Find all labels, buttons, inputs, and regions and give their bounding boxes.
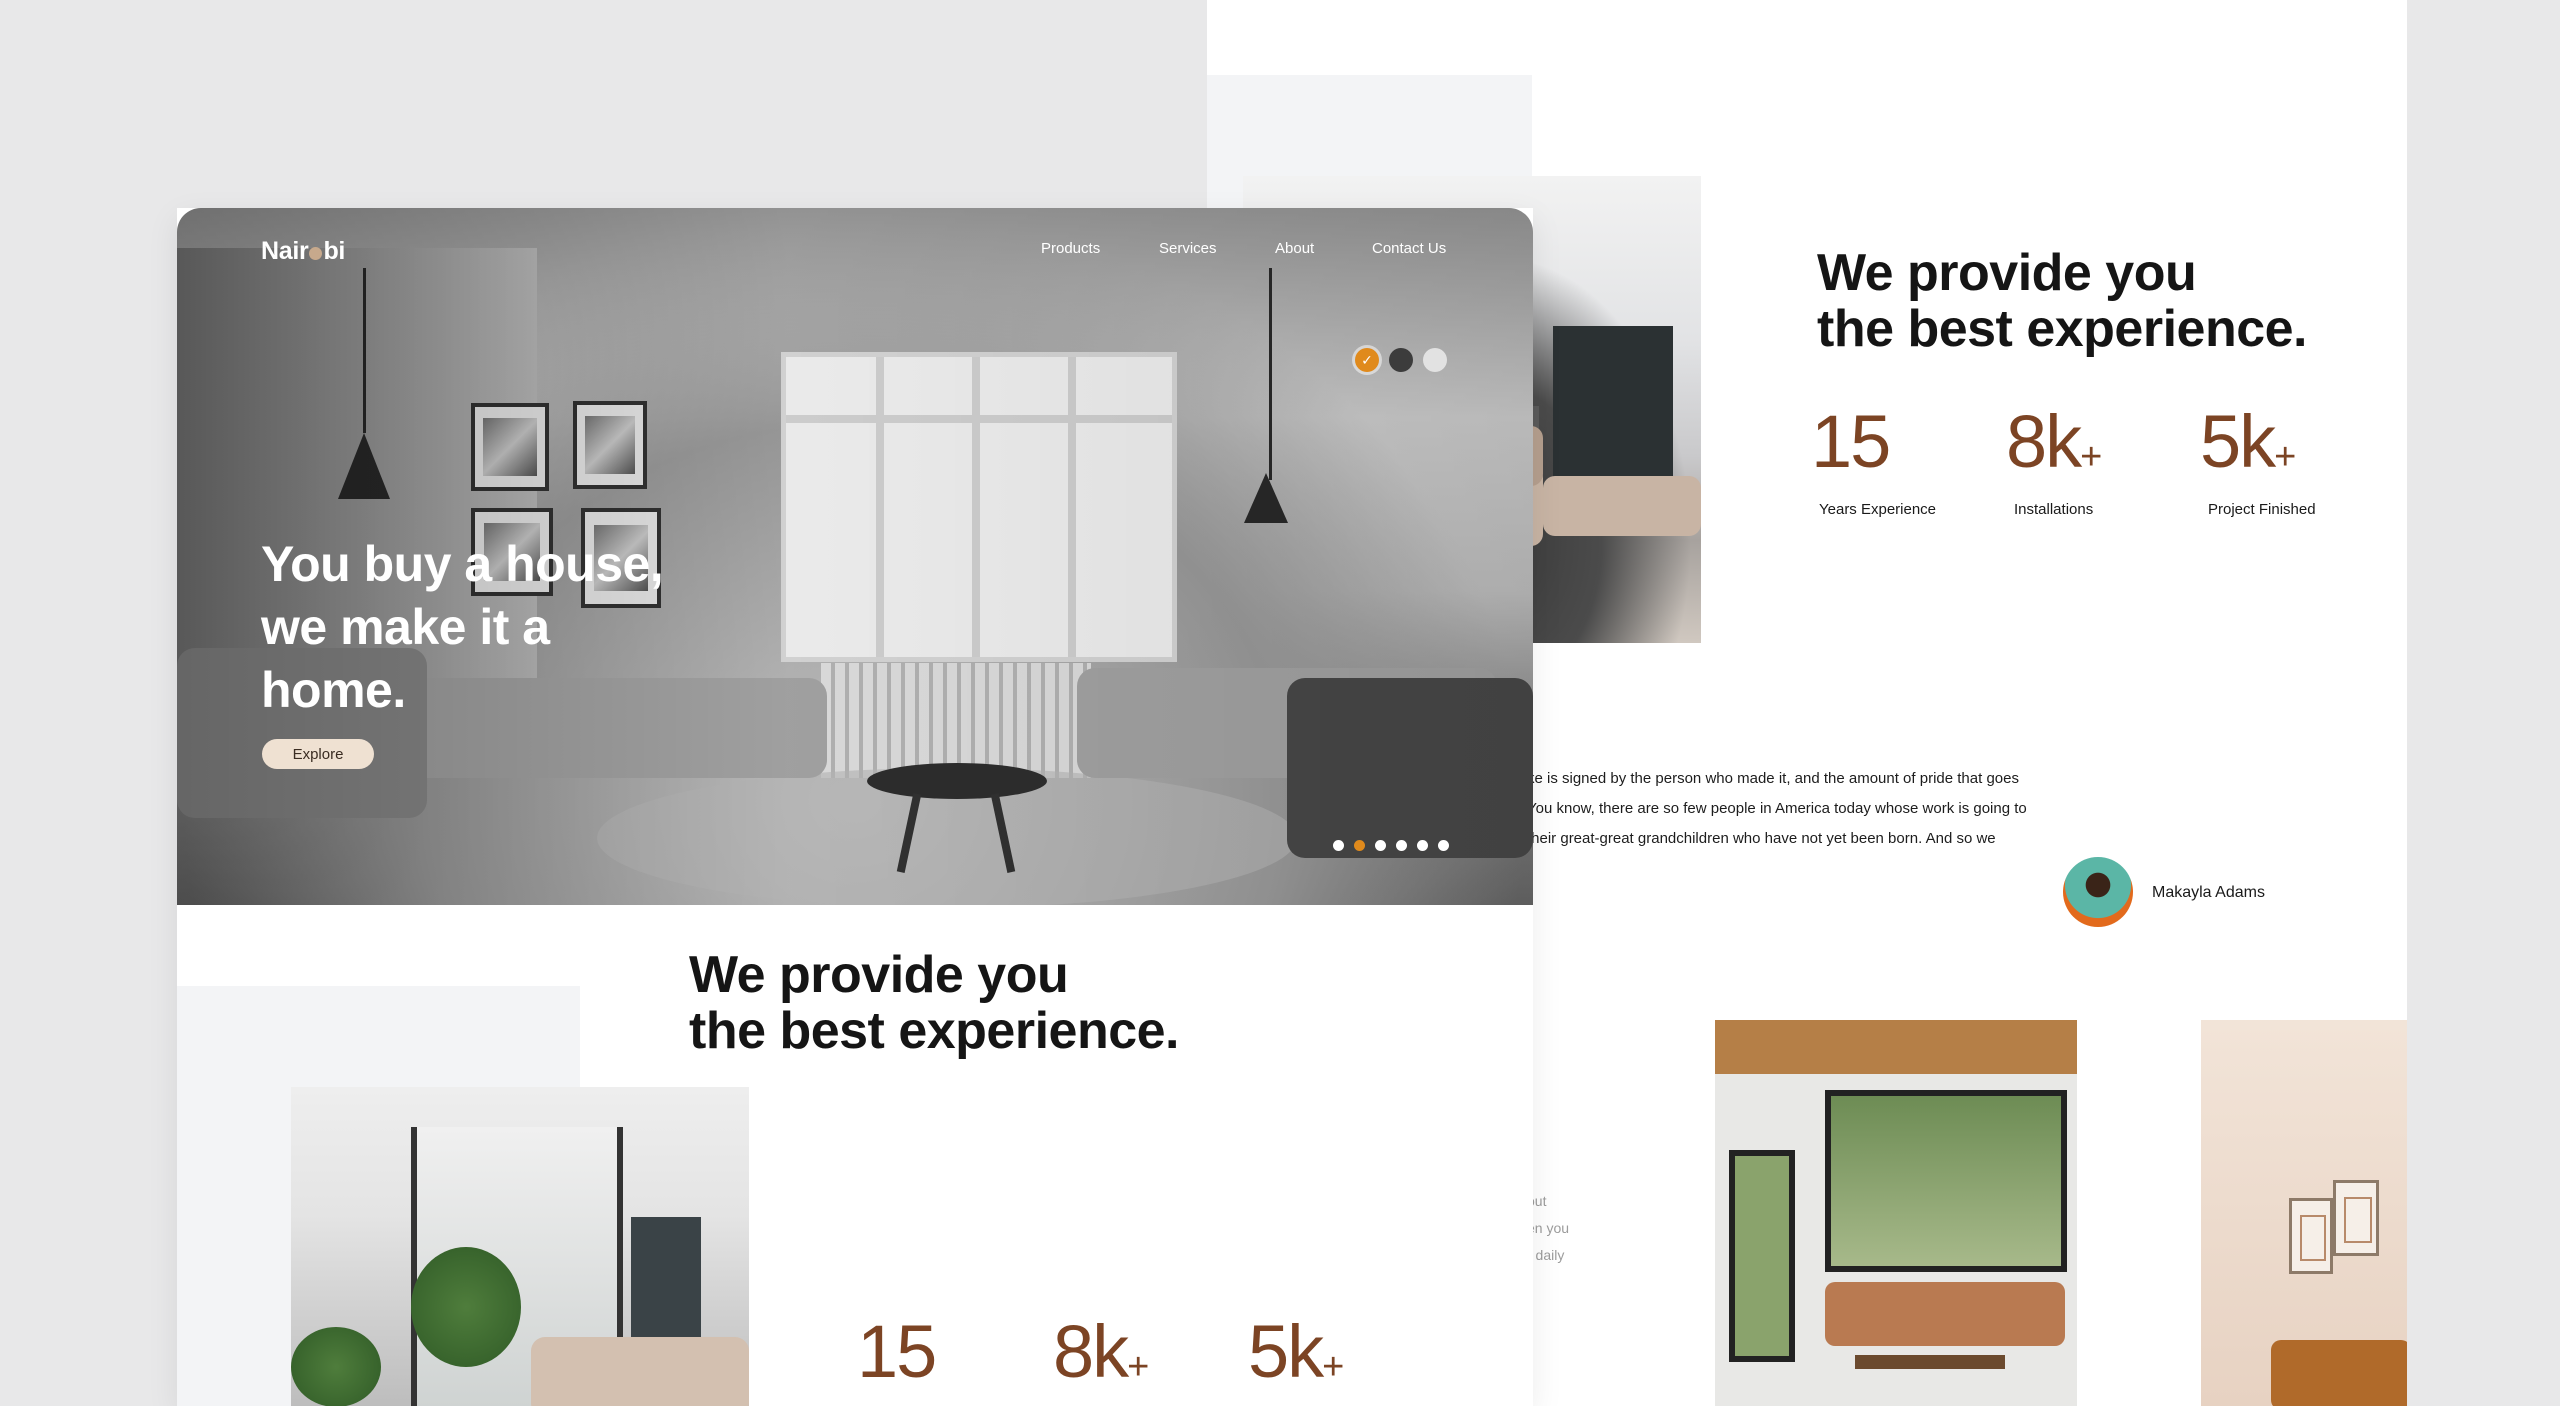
logo[interactable]: Nair bi: [261, 237, 345, 266]
stat-value: 5k+: [1248, 1310, 1345, 1393]
nav-products[interactable]: Products: [1041, 240, 1100, 257]
section-headline: We provide you the best experience.: [689, 947, 1249, 1059]
slide-dot-active[interactable]: [1354, 840, 1365, 851]
stat-label: Installations: [2014, 501, 2094, 518]
swatch-orange-selected[interactable]: ✓: [1355, 348, 1379, 372]
nav-services[interactable]: Services: [1159, 240, 1217, 257]
hero-section: Nair bi Products Services About Contact U…: [177, 208, 1533, 905]
testimonial-quote: ke is signed by the person who made it, …: [1527, 764, 2067, 854]
stat-projects: 5k+ Project Finished: [2200, 400, 2316, 519]
faded-line: en you: [1527, 1220, 1570, 1236]
section-headline: We provide you the best experience.: [1817, 245, 2377, 357]
testimonial-author: Makayla Adams: [2152, 884, 2265, 901]
wall-frame: [2333, 1180, 2379, 1256]
swatch-light[interactable]: [1423, 348, 1447, 372]
slide-dot[interactable]: [1375, 840, 1386, 851]
headline-line: home.: [261, 662, 406, 718]
stat-label: Years Experience: [1819, 501, 1937, 518]
stat-label: Project Finished: [2208, 501, 2316, 518]
faded-text: out en you r daily: [1527, 1188, 1569, 1269]
quote-line: ke is signed by the person who made it, …: [1527, 770, 2019, 787]
headline-line: We provide you: [1817, 244, 2197, 302]
gallery-photo: [2201, 1020, 2407, 1406]
stat-projects: 5k+: [1248, 1312, 1344, 1406]
slide-dot[interactable]: [1417, 840, 1428, 851]
sofa-right: [1543, 476, 1701, 536]
window-frame: [1553, 326, 1673, 496]
logo-dot-icon: [309, 247, 323, 260]
headline-line: the best experience.: [689, 1002, 1180, 1060]
quote-line: You know, there are so few people in Ame…: [1527, 800, 2027, 817]
logo-text: bi: [323, 237, 346, 265]
wall-frame: [2289, 1198, 2333, 1274]
swatch-dark[interactable]: [1389, 348, 1413, 372]
front-page-preview: Nair bi Products Services About Contact U…: [177, 208, 1533, 1406]
headline-line: We provide you: [689, 946, 1069, 1004]
hero-headline: You buy a house, we make it a home.: [261, 533, 781, 722]
leather-chair: [2271, 1340, 2407, 1406]
slide-dot[interactable]: [1438, 840, 1449, 851]
nav-about[interactable]: About: [1275, 240, 1314, 257]
plant: [291, 1327, 381, 1406]
slide-dot[interactable]: [1333, 840, 1344, 851]
avatar: [2063, 857, 2133, 927]
sofa: [531, 1337, 749, 1406]
plant: [411, 1247, 521, 1367]
headline-line: we make it a: [261, 599, 550, 655]
faded-line: r daily: [1527, 1247, 1565, 1263]
stat-years: 15 Years Experience: [1811, 400, 1937, 519]
door-frame: [1729, 1150, 1795, 1362]
gallery-photo: [1715, 1020, 2077, 1406]
faded-line: out: [1527, 1193, 1547, 1209]
stat-value: 15: [857, 1310, 937, 1393]
stat-value: 8k+: [1053, 1310, 1150, 1393]
stat-value: 5k+: [2200, 400, 2297, 483]
headline-line: the best experience.: [1817, 300, 2308, 358]
check-icon: ✓: [1361, 352, 1373, 368]
coffee-table: [1855, 1355, 2005, 1369]
living-room-photo: [291, 1087, 749, 1406]
quote-line: their great-great grandchildren who have…: [1527, 830, 1996, 847]
slide-dot[interactable]: [1396, 840, 1407, 851]
stat-installations: 8k+: [1053, 1312, 1149, 1406]
logo-text: Nair: [261, 237, 309, 265]
stat-installations: 8k+ Installations: [2006, 400, 2103, 519]
stat-value: 8k+: [2006, 400, 2103, 483]
headline-line: You buy a house,: [261, 536, 664, 592]
sofa: [1825, 1282, 2065, 1346]
nav-contact-us[interactable]: Contact Us: [1372, 240, 1446, 257]
explore-button[interactable]: Explore: [262, 739, 374, 769]
stat-years: 15: [857, 1310, 937, 1406]
window-frame: [1825, 1090, 2067, 1272]
stat-value: 15: [1811, 400, 1891, 483]
